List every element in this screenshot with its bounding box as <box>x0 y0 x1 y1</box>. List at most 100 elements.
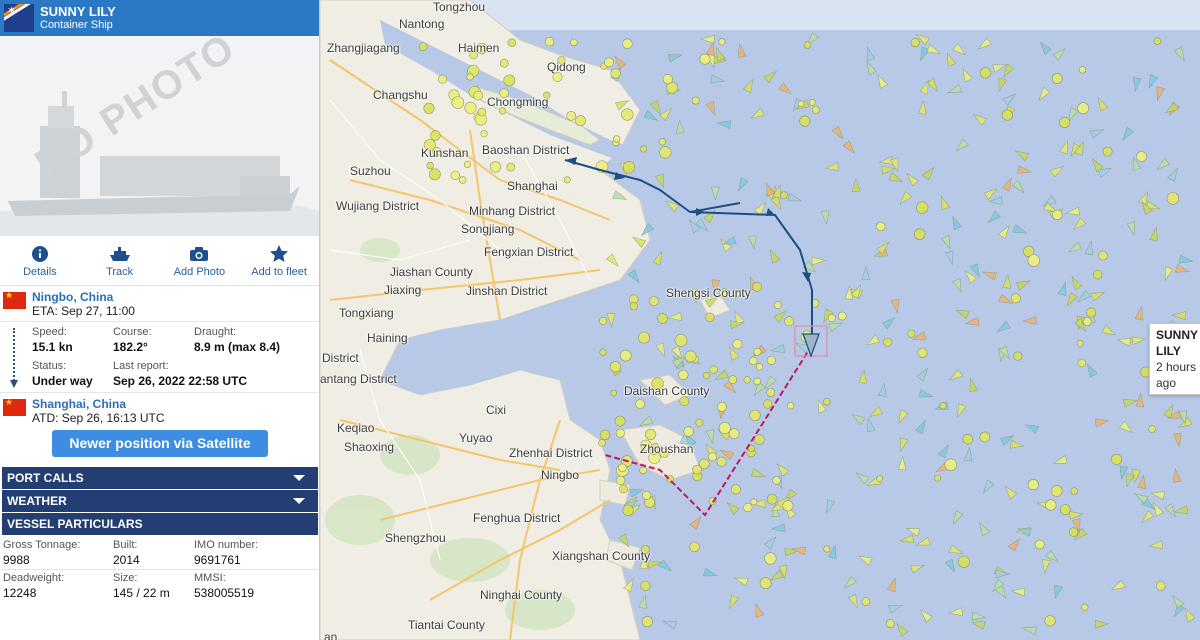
anchored-ship-marker[interactable] <box>604 57 614 68</box>
anchored-ship-marker[interactable] <box>1148 425 1156 433</box>
anchored-ship-marker[interactable] <box>1050 485 1063 497</box>
anchored-ship-marker[interactable] <box>784 316 794 327</box>
anchored-ship-marker[interactable] <box>876 475 884 482</box>
map[interactable]: Tongzhou Nantong Zhangjiagang Haimen Qidong C… <box>320 0 1200 640</box>
anchored-ship-marker[interactable] <box>944 458 957 471</box>
anchored-ship-marker[interactable] <box>1010 293 1021 304</box>
anchored-ship-marker[interactable] <box>707 452 717 462</box>
anchored-ship-marker[interactable] <box>641 616 653 628</box>
anchored-ship-marker[interactable] <box>499 58 509 68</box>
anchored-ship-marker[interactable] <box>730 484 741 495</box>
anchored-ship-marker[interactable] <box>644 428 657 441</box>
anchored-ship-marker[interactable] <box>773 301 782 309</box>
anchored-ship-marker[interactable] <box>772 476 781 485</box>
anchored-ship-marker[interactable] <box>1086 307 1097 318</box>
anchored-ship-marker[interactable] <box>489 161 502 173</box>
destination-port-link[interactable]: Ningbo, China <box>32 290 135 304</box>
anchored-ship-marker[interactable] <box>764 552 777 565</box>
anchored-ship-marker[interactable] <box>1051 73 1063 84</box>
anchored-ship-marker[interactable] <box>718 38 726 46</box>
anchored-ship-marker[interactable] <box>885 619 895 628</box>
anchored-ship-marker[interactable] <box>979 67 992 79</box>
anchored-ship-marker[interactable] <box>426 161 434 170</box>
anchored-ship-marker[interactable] <box>1001 109 1013 121</box>
anchored-ship-marker[interactable] <box>1059 504 1071 515</box>
anchored-ship-marker[interactable] <box>610 68 621 79</box>
anchored-ship-marker[interactable] <box>635 399 645 409</box>
anchored-ship-marker[interactable] <box>753 347 762 356</box>
anchored-ship-marker[interactable] <box>1153 37 1162 45</box>
anchored-ship-marker[interactable] <box>755 363 764 371</box>
anchored-ship-marker[interactable] <box>786 402 795 410</box>
anchored-ship-marker[interactable] <box>875 221 886 232</box>
anchored-ship-marker[interactable] <box>808 99 816 106</box>
anchored-ship-marker[interactable] <box>477 107 487 117</box>
anchored-ship-marker[interactable] <box>766 355 776 365</box>
anchored-ship-marker[interactable] <box>743 502 753 513</box>
anchored-ship-marker[interactable] <box>782 500 794 512</box>
anchored-ship-marker[interactable] <box>728 375 738 385</box>
anchored-ship-marker[interactable] <box>752 282 763 292</box>
anchored-ship-marker[interactable] <box>705 312 715 322</box>
anchored-ship-marker[interactable] <box>803 41 812 49</box>
anchored-ship-marker[interactable] <box>640 580 651 591</box>
anchored-ship-marker[interactable] <box>563 176 571 184</box>
anchored-ship-marker[interactable] <box>1027 479 1039 491</box>
anchored-ship-marker[interactable] <box>612 135 621 143</box>
add-to-fleet-button[interactable]: Add to fleet <box>239 236 319 285</box>
anchored-ship-marker[interactable] <box>917 347 928 358</box>
anchored-ship-marker[interactable] <box>649 296 659 306</box>
anchored-ship-marker[interactable] <box>718 421 731 434</box>
anchored-ship-marker[interactable] <box>1076 340 1084 347</box>
anchored-ship-marker[interactable] <box>709 365 718 374</box>
anchored-ship-marker[interactable] <box>599 348 607 356</box>
weather-section[interactable]: WEATHER <box>2 490 318 512</box>
origin-port-link[interactable]: Shanghai, China <box>32 397 165 411</box>
anchored-ship-marker[interactable] <box>1027 254 1041 267</box>
anchored-ship-marker[interactable] <box>823 398 831 406</box>
anchored-ship-marker[interactable] <box>1059 116 1071 128</box>
details-button[interactable]: Details <box>0 236 80 285</box>
anchored-ship-marker[interactable] <box>1098 250 1108 261</box>
anchored-ship-marker[interactable] <box>716 456 727 467</box>
anchored-ship-marker[interactable] <box>759 577 772 590</box>
anchored-ship-marker[interactable] <box>622 504 634 516</box>
anchored-ship-marker[interactable] <box>473 90 483 101</box>
anchored-ship-marker[interactable] <box>910 37 920 48</box>
anchored-ship-marker[interactable] <box>678 369 689 381</box>
anchored-ship-marker[interactable] <box>883 337 893 347</box>
anchored-ship-marker[interactable] <box>610 389 618 397</box>
anchored-ship-marker[interactable] <box>615 428 625 438</box>
anchored-ship-marker[interactable] <box>622 38 633 49</box>
anchored-ship-marker[interactable] <box>466 73 474 81</box>
anchored-ship-marker[interactable] <box>619 484 628 494</box>
anchored-ship-marker[interactable] <box>692 464 702 475</box>
anchored-ship-marker[interactable] <box>566 111 577 121</box>
anchored-ship-marker[interactable] <box>916 201 929 214</box>
anchored-ship-marker[interactable] <box>766 493 778 505</box>
anchored-ship-marker[interactable] <box>1155 581 1166 591</box>
anchored-ship-marker[interactable] <box>480 130 488 138</box>
anchored-ship-marker[interactable] <box>823 545 831 553</box>
anchored-ship-marker[interactable] <box>622 161 636 174</box>
anchored-ship-marker[interactable] <box>766 388 776 397</box>
anchored-ship-marker[interactable] <box>799 115 811 127</box>
anchored-ship-marker[interactable] <box>657 313 668 324</box>
anchored-ship-marker[interactable] <box>699 53 711 65</box>
anchored-ship-marker[interactable] <box>728 428 740 439</box>
anchored-ship-marker[interactable] <box>662 73 673 85</box>
anchored-ship-marker[interactable] <box>691 96 700 105</box>
anchored-ship-marker[interactable] <box>763 399 773 409</box>
anchored-ship-marker[interactable] <box>934 474 941 482</box>
anchored-ship-marker[interactable] <box>689 541 700 553</box>
map-canvas[interactable] <box>320 0 1200 640</box>
anchored-ship-marker[interactable] <box>749 409 761 422</box>
anchored-ship-marker[interactable] <box>1070 487 1078 495</box>
anchored-ship-marker[interactable] <box>732 339 743 350</box>
anchored-ship-marker[interactable] <box>614 415 626 427</box>
anchored-ship-marker[interactable] <box>621 108 634 121</box>
anchored-ship-marker[interactable] <box>695 418 704 427</box>
anchored-ship-marker[interactable] <box>1044 615 1056 627</box>
anchored-ship-marker[interactable] <box>638 331 650 344</box>
anchored-ship-marker[interactable] <box>544 36 555 47</box>
